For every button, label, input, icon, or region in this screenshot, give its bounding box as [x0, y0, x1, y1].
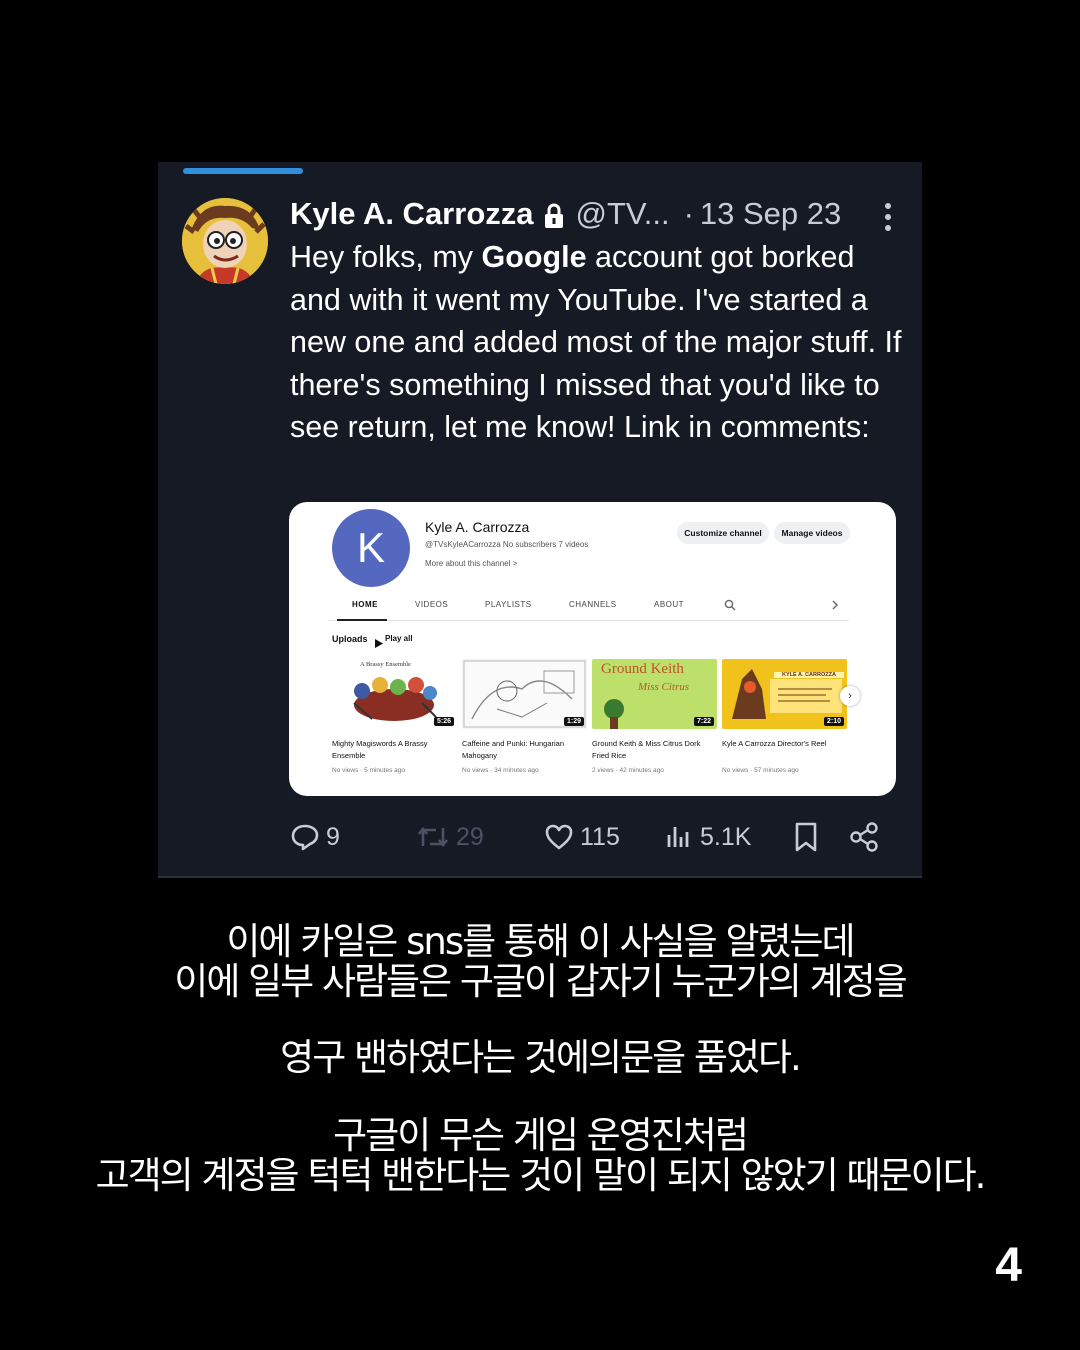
bookmark-button[interactable] — [792, 817, 826, 857]
carousel-next-button[interactable]: › — [840, 686, 860, 706]
video-meta: No views · 57 minutes ago — [722, 767, 799, 774]
video-duration: 5:26 — [433, 717, 454, 726]
tweet-header: Kyle A. Carrozza @TV... · 13 Sep 23 — [290, 194, 900, 234]
manage-videos-button[interactable]: Manage videos — [774, 522, 850, 544]
retweet-icon — [416, 824, 456, 850]
play-icon — [375, 635, 383, 653]
caption-line: 구글이 무슨 게임 운영진처럼 — [333, 1114, 749, 1157]
retweet-count: 29 — [456, 822, 484, 851]
search-icon[interactable] — [724, 598, 736, 616]
video-duration: 1:29 — [563, 717, 584, 726]
video-meta: No views · 34 minutes ago — [462, 767, 539, 774]
caption-line: 이에 카일은 sns를 통해 이 사실을 알렸는데 — [226, 920, 855, 963]
separator-dot: · — [683, 196, 694, 231]
uploads-heading: Uploads — [332, 634, 368, 644]
caption-line: 이에 일부 사람들은 구글이 갑자기 누군가의 계정을 — [174, 960, 907, 1003]
video-title[interactable]: Kyle A Carrozza Director's Reel — [722, 738, 842, 750]
like-count: 115 — [580, 822, 620, 851]
bookmark-icon — [792, 821, 826, 853]
views-chart-icon — [664, 823, 700, 851]
tab-videos[interactable]: VIDEOS — [415, 600, 448, 609]
reply-button[interactable]: 9 — [290, 817, 340, 857]
chevron-right-icon[interactable] — [831, 598, 839, 616]
video-meta: No views · 5 minutes ago — [332, 767, 405, 774]
views-count: 5.1K — [700, 822, 752, 851]
play-all-button[interactable]: Play all — [385, 634, 413, 643]
video-thumbnail[interactable]: 1:29 — [462, 659, 587, 729]
like-button[interactable]: 115 — [544, 817, 620, 857]
video-meta: 2 views · 42 minutes ago — [592, 767, 664, 774]
share-icon — [848, 821, 886, 853]
tweet-actions: 9 29 115 5.1K — [158, 817, 922, 857]
tweet-text-part: Hey folks, my — [290, 240, 482, 274]
tab-playlists[interactable]: PLAYLISTS — [485, 600, 532, 609]
author-name[interactable]: Kyle A. Carrozza — [290, 196, 534, 232]
video-title[interactable]: Mighty Magiswords A Brassy Ensemble — [332, 738, 452, 762]
heart-icon — [544, 823, 580, 851]
video-thumbnail[interactable]: A Brassy Ensemble 5:26 — [332, 659, 457, 729]
video-thumbnail[interactable]: KYLE A. CARROZZA 2:10 — [722, 659, 847, 729]
caption-line: 고객의 계정을 턱턱 밴한다는 것이 말이 되지 않았기 때문이다. — [95, 1154, 987, 1197]
thumbnail-caption: KYLE A. CARROZZA — [774, 672, 844, 678]
tab-channels[interactable]: CHANNELS — [569, 600, 617, 609]
video-title[interactable]: Ground Keith & Miss Citrus Dork Fried Ri… — [592, 738, 712, 762]
channel-name: Kyle A. Carrozza — [425, 519, 530, 535]
lock-icon — [544, 201, 564, 228]
tweet-date[interactable]: 13 Sep 23 — [700, 196, 841, 232]
thumbnail-caption: A Brassy Ensemble — [360, 661, 411, 668]
channel-meta: @TVsKyleACarrozza No subscribers 7 video… — [425, 540, 589, 549]
author-avatar[interactable] — [182, 198, 268, 284]
active-tab-indicator — [337, 619, 387, 621]
video-thumbnail[interactable]: Ground Keith Miss Citrus 7:22 — [592, 659, 717, 729]
tweet-screenshot: Kyle A. Carrozza @TV... · 13 Sep 23 Hey … — [158, 162, 922, 878]
reply-icon — [290, 823, 326, 851]
tab-about[interactable]: ABOUT — [654, 600, 684, 609]
retweet-button[interactable]: 29 — [416, 817, 484, 857]
share-button[interactable] — [848, 817, 886, 857]
channel-tabs: HOME VIDEOS PLAYLISTS CHANNELS ABOUT — [329, 592, 849, 621]
more-about-link[interactable]: More about this channel > — [425, 559, 517, 568]
page-number: 4 — [995, 1239, 1022, 1292]
channel-avatar: K — [332, 509, 410, 587]
video-duration: 2:10 — [823, 717, 844, 726]
views-button[interactable]: 5.1K — [664, 817, 751, 857]
tweet-text: Hey folks, my Google account got borked … — [290, 236, 910, 449]
tab-home[interactable]: HOME — [352, 600, 378, 609]
tweet-text-bold: Google — [481, 240, 587, 274]
caption-line: 영구 밴하였다는 것에의문을 품었다. — [280, 1036, 802, 1079]
progress-indicator — [183, 168, 303, 174]
video-duration: 7:22 — [693, 717, 714, 726]
reply-count: 9 — [326, 822, 340, 851]
more-options-icon[interactable] — [884, 202, 892, 232]
video-title[interactable]: Caffeine and Punki: Hungarian Mahogany — [462, 738, 582, 762]
youtube-channel-preview[interactable]: K Kyle A. Carrozza @TVsKyleACarrozza No … — [289, 502, 896, 796]
customize-channel-button[interactable]: Customize channel — [677, 522, 769, 544]
author-handle[interactable]: @TV... — [576, 196, 670, 232]
